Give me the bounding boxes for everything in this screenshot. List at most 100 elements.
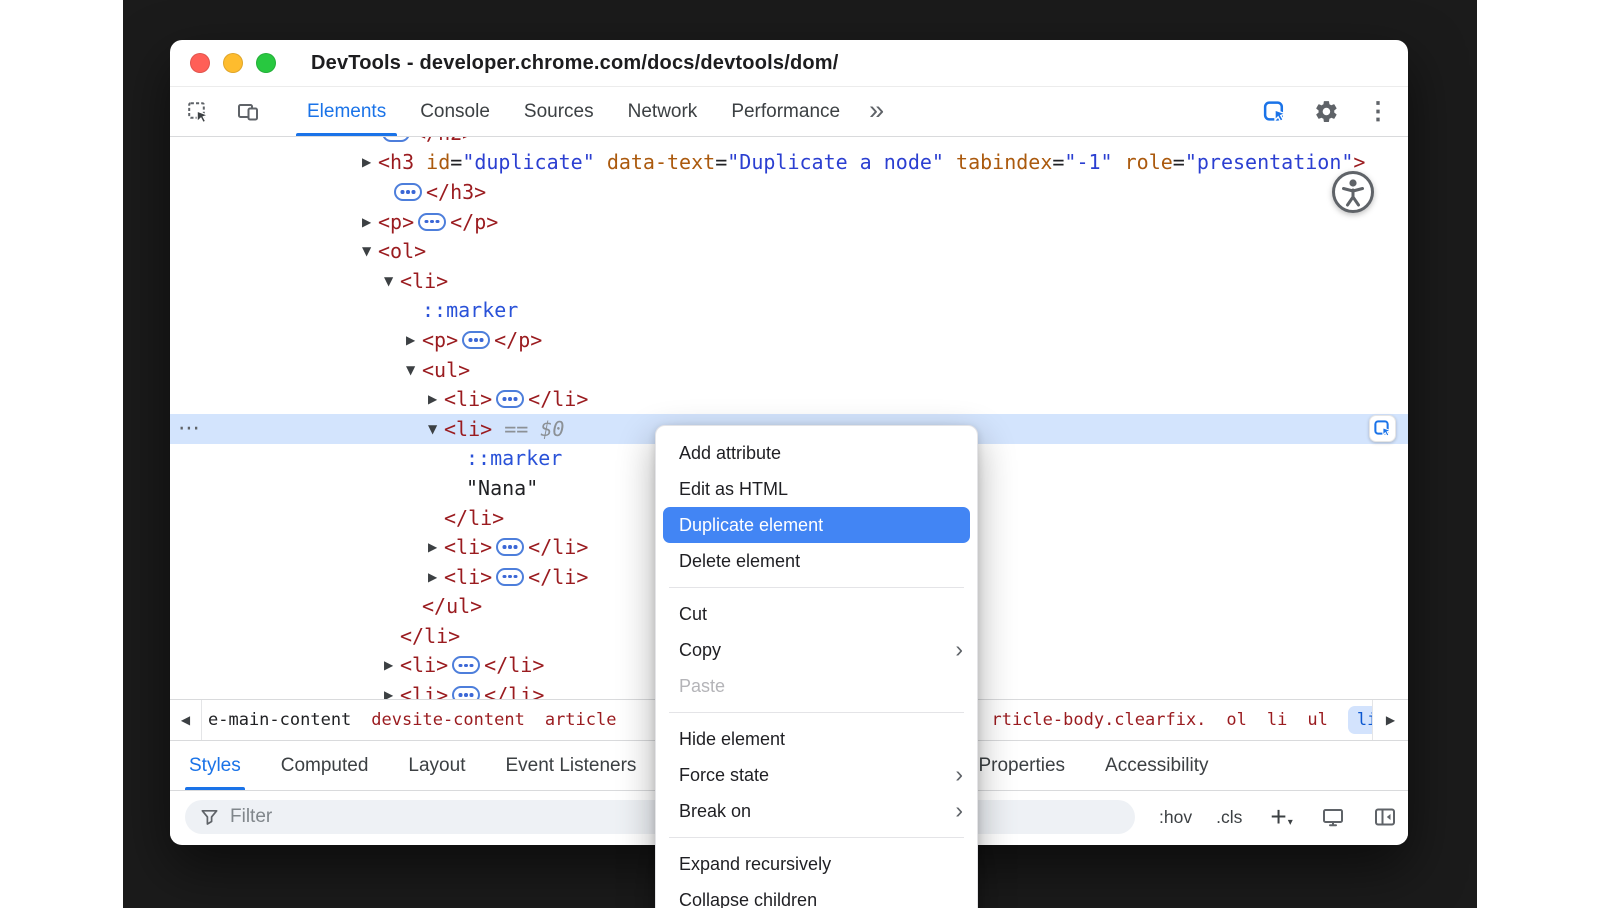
tab-network[interactable]: Network (611, 87, 715, 136)
tab-accessibility[interactable]: Accessibility (1105, 741, 1208, 790)
dom-tree-row[interactable]: </h3> (170, 177, 1408, 207)
dom-tree-row[interactable]: ▶<p></p> (170, 207, 1408, 237)
zoom-window-button[interactable] (256, 53, 276, 73)
tab-sources[interactable]: Sources (507, 87, 611, 136)
inline-ellipsis-icon[interactable] (496, 390, 524, 408)
code-token-plain (1113, 150, 1125, 174)
tab-computed[interactable]: Computed (281, 741, 369, 790)
device-toolbar-icon[interactable] (236, 100, 260, 124)
menu-item-break-on[interactable]: Break on› (656, 793, 977, 829)
dom-tree-row[interactable]: ▼<ul> (170, 355, 1408, 385)
more-tabs-icon[interactable]: » (857, 84, 896, 136)
kebab-menu-icon[interactable]: ⋮ (1366, 97, 1390, 126)
expand-arrow-icon[interactable]: ▶ (384, 658, 400, 672)
row-cursor-badge-icon[interactable] (1369, 415, 1396, 442)
element-classes-button[interactable]: .cls (1216, 807, 1242, 828)
breadcrumb-item[interactable]: li (1267, 710, 1287, 730)
expand-arrow-icon[interactable]: ▶ (406, 333, 422, 347)
inline-ellipsis-icon[interactable] (496, 538, 524, 556)
expand-arrow-icon[interactable]: ▶ (362, 215, 378, 229)
new-style-rule-button[interactable]: + ▾ (1270, 806, 1292, 828)
breadcrumb-scroll-left-icon[interactable]: ◀ (170, 700, 202, 740)
ellipsis-dots (464, 664, 468, 668)
code-token-plain (595, 150, 607, 174)
collapse-arrow-icon[interactable]: ▼ (362, 244, 378, 258)
code-token-tag: </li> (400, 624, 460, 648)
menu-divider (669, 712, 964, 713)
dom-tree-row[interactable]: </h2> (170, 137, 1408, 148)
inline-ellipsis-icon[interactable] (382, 137, 410, 142)
ellipsis-dots (508, 397, 512, 401)
collapse-arrow-icon[interactable]: ▼ (406, 363, 422, 377)
code-token-text: "Nana" (466, 476, 538, 500)
menu-item-expand-recursively[interactable]: Expand recursively (656, 846, 977, 882)
code-token-plain (944, 150, 956, 174)
inline-ellipsis-icon[interactable] (452, 686, 480, 699)
breadcrumb-item[interactable]: devsite-content (371, 710, 525, 730)
code-token-plain: = (1052, 150, 1064, 174)
breadcrumb-item[interactable]: ul (1307, 710, 1327, 730)
dom-tree-row[interactable]: ▶<li></li> (170, 384, 1408, 414)
menu-item-cut[interactable]: Cut (656, 596, 977, 632)
inline-ellipsis-icon[interactable] (462, 331, 490, 349)
tab-event-listeners[interactable]: Event Listeners (505, 741, 636, 790)
tab-console[interactable]: Console (403, 87, 507, 136)
sidebar-toggle-icon[interactable] (1373, 805, 1397, 829)
menu-item-force-state[interactable]: Force state› (656, 757, 977, 793)
breadcrumb-item[interactable]: ol (1226, 710, 1246, 730)
inline-ellipsis-icon[interactable] (496, 568, 524, 586)
breadcrumb-item[interactable]: article (545, 710, 617, 730)
tab-properties[interactable]: Properties (978, 741, 1065, 790)
code-token-tag: <li> (444, 417, 492, 441)
menu-item-duplicate-element[interactable]: Duplicate element (663, 507, 970, 543)
rendering-panel-icon[interactable] (1321, 805, 1345, 829)
breadcrumb-scroll-right-icon[interactable]: ▶ (1372, 700, 1408, 740)
menu-item-label: Duplicate element (679, 515, 823, 536)
collapse-arrow-icon[interactable]: ▼ (384, 274, 400, 288)
dom-tree-row[interactable]: ::marker (170, 296, 1408, 326)
menu-item-add-attribute[interactable]: Add attribute (656, 435, 977, 471)
code-token-tag: </li> (484, 653, 544, 677)
minimize-window-button[interactable] (223, 53, 243, 73)
filter-funnel-icon (199, 807, 220, 828)
submenu-chevron-icon: › (955, 638, 963, 661)
breadcrumb-item[interactable]: rticle-body.clearfix. (991, 710, 1206, 730)
menu-item-delete-element[interactable]: Delete element (656, 543, 977, 579)
menu-item-copy[interactable]: Copy› (656, 632, 977, 668)
dom-tree-row[interactable]: ▶<h3 id="duplicate" data-text="Duplicate… (170, 148, 1408, 178)
plus-icon: + (1270, 806, 1286, 828)
tab-elements[interactable]: Elements (290, 87, 403, 136)
menu-item-collapse-children[interactable]: Collapse children (656, 882, 977, 908)
caret-down-icon: ▾ (1288, 817, 1293, 828)
expand-arrow-icon[interactable]: ▶ (428, 392, 444, 406)
expand-arrow-icon[interactable]: ▶ (428, 540, 444, 554)
code-token-tag: </li> (484, 683, 544, 699)
dom-tree-row[interactable]: ▶<p></p> (170, 325, 1408, 355)
row-overflow-menu-icon[interactable]: ⋯ (178, 416, 200, 441)
expand-arrow-icon[interactable]: ▶ (428, 570, 444, 584)
menu-item-edit-as-html[interactable]: Edit as HTML (656, 471, 977, 507)
inspect-icon[interactable] (186, 100, 210, 124)
submenu-chevron-icon: › (955, 799, 963, 822)
dom-tree-row[interactable]: ▼<ol> (170, 236, 1408, 266)
tab-styles[interactable]: Styles (189, 741, 241, 790)
ellipsis-dots (508, 545, 512, 549)
settings-gear-icon[interactable] (1314, 99, 1339, 124)
inline-ellipsis-icon[interactable] (452, 656, 480, 674)
expand-arrow-icon[interactable]: ▶ (362, 155, 378, 169)
menu-item-label: Collapse children (679, 890, 817, 908)
breadcrumb-item[interactable]: e-main-content (208, 710, 351, 730)
inline-ellipsis-icon[interactable] (394, 183, 422, 201)
menu-item-hide-element[interactable]: Hide element (656, 721, 977, 757)
dom-tree-row[interactable]: ▼<li> (170, 266, 1408, 296)
inline-ellipsis-icon[interactable] (418, 213, 446, 231)
code-token-plain: = (715, 150, 727, 174)
close-window-button[interactable] (190, 53, 210, 73)
collapse-arrow-icon[interactable]: ▼ (428, 422, 444, 436)
toggle-element-state-button[interactable]: :hov (1159, 807, 1192, 828)
tab-layout[interactable]: Layout (408, 741, 465, 790)
expand-arrow-icon[interactable]: ▶ (384, 688, 400, 699)
tab-performance[interactable]: Performance (714, 87, 857, 136)
code-token-tag: <li> (444, 565, 492, 589)
cursor-badge-icon[interactable] (1262, 99, 1287, 124)
